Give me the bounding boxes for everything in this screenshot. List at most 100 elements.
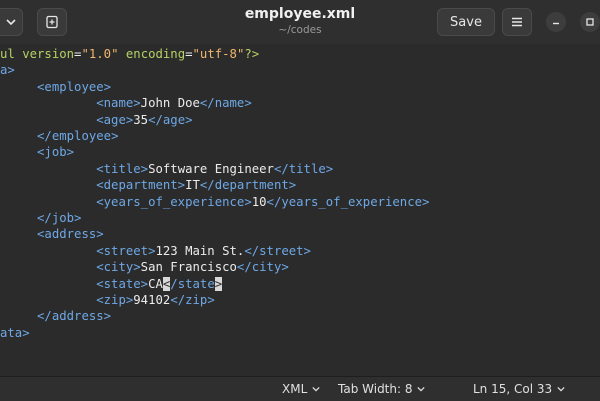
code-token: IT	[185, 178, 200, 193]
code-line: <job>	[0, 144, 74, 160]
code-line: <street>123 Main St.</street>	[0, 243, 311, 259]
code-token: <job>	[37, 145, 75, 160]
code-token: 35	[133, 112, 149, 127]
code-line: <state>CA</state>	[0, 276, 223, 292]
code-token: a>	[0, 63, 15, 78]
code-token: "1.0"	[81, 47, 119, 61]
code-token: Software Engineer	[148, 161, 274, 176]
minimize-icon	[553, 22, 559, 25]
window-title: employee.xml	[244, 6, 356, 22]
code-token: </department>	[199, 178, 297, 193]
chevron-down-icon	[6, 19, 16, 26]
chevron-down-icon	[417, 386, 426, 392]
code-token: CA	[148, 276, 163, 291]
window-subtitle: ~/codes	[278, 24, 322, 36]
code-token: ?>	[244, 47, 260, 61]
code-token: =	[185, 47, 193, 61]
code-token: John Doe	[140, 96, 200, 111]
language-label: XML	[282, 382, 308, 396]
tab-width-selector[interactable]: Tab Width: 8	[338, 382, 426, 396]
code-token: </address>	[37, 309, 112, 324]
hamburger-menu-icon	[512, 17, 522, 27]
code-token: </employee>	[37, 129, 119, 143]
main-menu-button[interactable]	[502, 8, 532, 36]
code-token: </name>	[199, 96, 252, 111]
code-token: </age>	[148, 112, 193, 127]
save-button[interactable]: Save	[437, 8, 495, 36]
code-line: <city>San Francisco</city>	[0, 259, 289, 275]
code-token: 10	[251, 194, 267, 209]
code-token: <employee>	[37, 79, 112, 94]
header-bar: employee.xml ~/codes Save	[0, 0, 600, 45]
new-tab-icon	[46, 15, 58, 29]
code-token: <title>	[96, 161, 149, 176]
chevron-down-icon	[557, 386, 565, 392]
chevron-down-icon	[312, 386, 320, 392]
cursor-position-label: Ln 15, Col 33	[473, 382, 553, 396]
code-line: <department>IT</department>	[0, 177, 296, 193]
status-bar: XML Tab Width: 8 Ln 15, Col 33	[0, 376, 600, 401]
code-line: <age>35</age>	[0, 112, 193, 128]
tab-width-label: Tab Width: 8	[338, 382, 413, 396]
new-document-button[interactable]	[37, 8, 67, 36]
code-token: </zip>	[170, 293, 215, 307]
code-line: <years_of_experience>10</years_of_experi…	[0, 194, 429, 210]
code-line: <employee>	[0, 79, 111, 95]
code-token: <state>	[96, 276, 149, 291]
code-token: <name>	[96, 96, 141, 111]
maximize-button[interactable]	[580, 12, 600, 32]
code-token: </years_of_experience>	[266, 194, 430, 209]
code-token: /state	[170, 276, 215, 291]
code-token: 123 Main St.	[155, 243, 245, 258]
code-token: <zip>	[96, 293, 134, 307]
code-token: 94102	[133, 293, 171, 307]
code-token: San Francisco	[140, 260, 237, 275]
code-token: <city>	[96, 260, 141, 275]
code-token: <age>	[96, 112, 134, 127]
code-token: </city>	[236, 260, 289, 275]
code-token: "utf-8"	[192, 47, 245, 61]
code-line: </employee>	[0, 128, 118, 144]
code-line: <zip>94102</zip>	[0, 292, 215, 308]
code-token: <address>	[37, 227, 104, 242]
maximize-icon	[586, 18, 594, 26]
code-line: <address>	[0, 226, 104, 242]
cursor-position-selector[interactable]: Ln 15, Col 33	[473, 382, 565, 396]
code-token: <department>	[96, 178, 186, 193]
code-token: encoding	[125, 47, 186, 61]
text-cursor: >	[214, 276, 223, 291]
language-selector[interactable]: XML	[282, 382, 320, 396]
code-token: ata>	[0, 325, 30, 340]
code-token: <street>	[96, 243, 156, 258]
code-line: ata>	[0, 325, 30, 341]
code-token: ul	[0, 47, 23, 61]
code-token: </street>	[244, 243, 311, 258]
minimize-button[interactable]	[546, 12, 566, 32]
window-title-area: employee.xml ~/codes	[200, 6, 400, 37]
code-line: <name>John Doe</name>	[0, 95, 252, 111]
text-editor-area[interactable]: ul version="1.0" encoding="utf-8"?> a> <e…	[0, 44, 600, 376]
code-token: <years_of_experience>	[96, 194, 252, 209]
code-token: </job>	[37, 211, 82, 225]
code-token: version	[22, 47, 75, 61]
open-menu-button[interactable]	[0, 8, 23, 36]
code-token: </title>	[273, 161, 334, 176]
code-line: ul version="1.0" encoding="utf-8"?>	[0, 46, 259, 62]
code-line: a>	[0, 62, 15, 78]
